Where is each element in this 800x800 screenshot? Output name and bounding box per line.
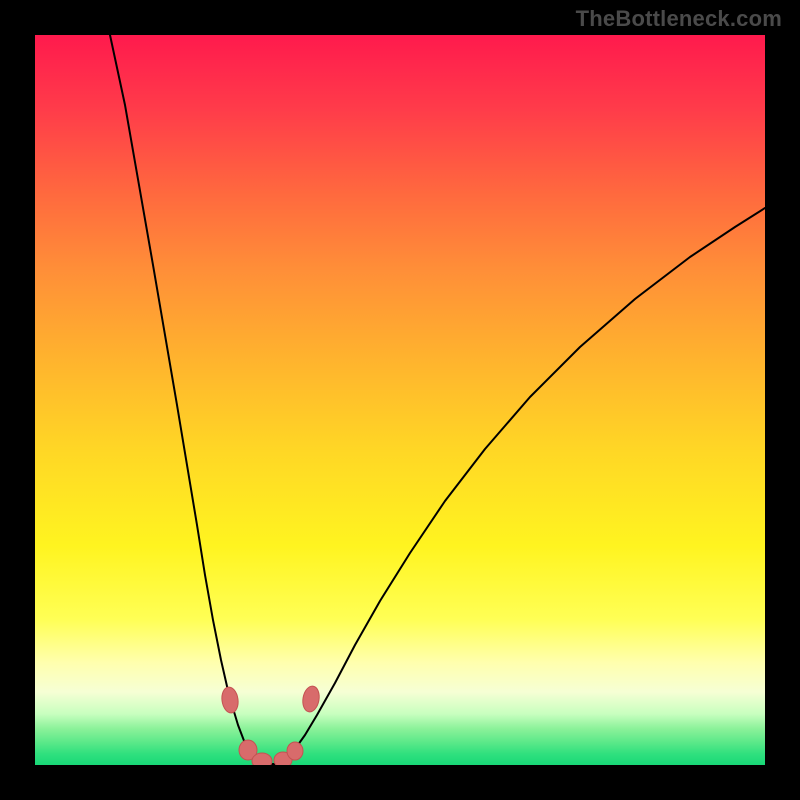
curve-marker [220,686,239,714]
watermark-text: TheBottleneck.com [576,6,782,32]
curve-markers [220,685,321,765]
curve-marker [287,742,303,760]
curve-marker [301,685,321,713]
chart-frame: TheBottleneck.com [0,0,800,800]
bottleneck-curve [110,35,765,764]
curve-marker [252,753,272,765]
curve-layer [35,35,765,765]
plot-area [35,35,765,765]
